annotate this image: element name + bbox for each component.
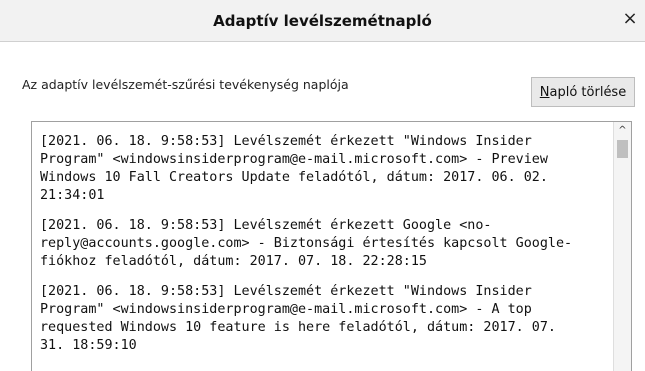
vertical-scrollbar[interactable]: ^ xyxy=(613,122,631,371)
log-description: Az adaptív levélszemét-szűrési tevékenys… xyxy=(22,77,349,92)
scroll-up-arrow-icon[interactable]: ^ xyxy=(614,124,631,138)
log-textarea[interactable]: [2021. 06. 18. 9:58:53] Levélszemét érke… xyxy=(31,121,632,371)
dialog-title: Adaptív levélszemétnapló xyxy=(213,12,432,30)
log-content: [2021. 06. 18. 9:58:53] Levélszemét érke… xyxy=(40,133,610,367)
close-icon[interactable]: × xyxy=(621,9,639,29)
title-bar: Adaptív levélszemétnapló × xyxy=(0,0,645,42)
clear-log-label: apló törlése xyxy=(549,84,627,100)
log-entry: [2021. 06. 18. 9:58:53] Levélszemét érke… xyxy=(40,218,573,269)
clear-log-button[interactable]: Napló törlése xyxy=(531,77,635,107)
log-entry: [2021. 06. 18. 9:58:53] Levélszemét érke… xyxy=(40,134,548,203)
log-entry: [2021. 06. 18. 9:58:53] Levélszemét érke… xyxy=(40,284,556,353)
scrollbar-thumb[interactable] xyxy=(617,140,628,158)
clear-log-hotkey: N xyxy=(539,84,550,100)
